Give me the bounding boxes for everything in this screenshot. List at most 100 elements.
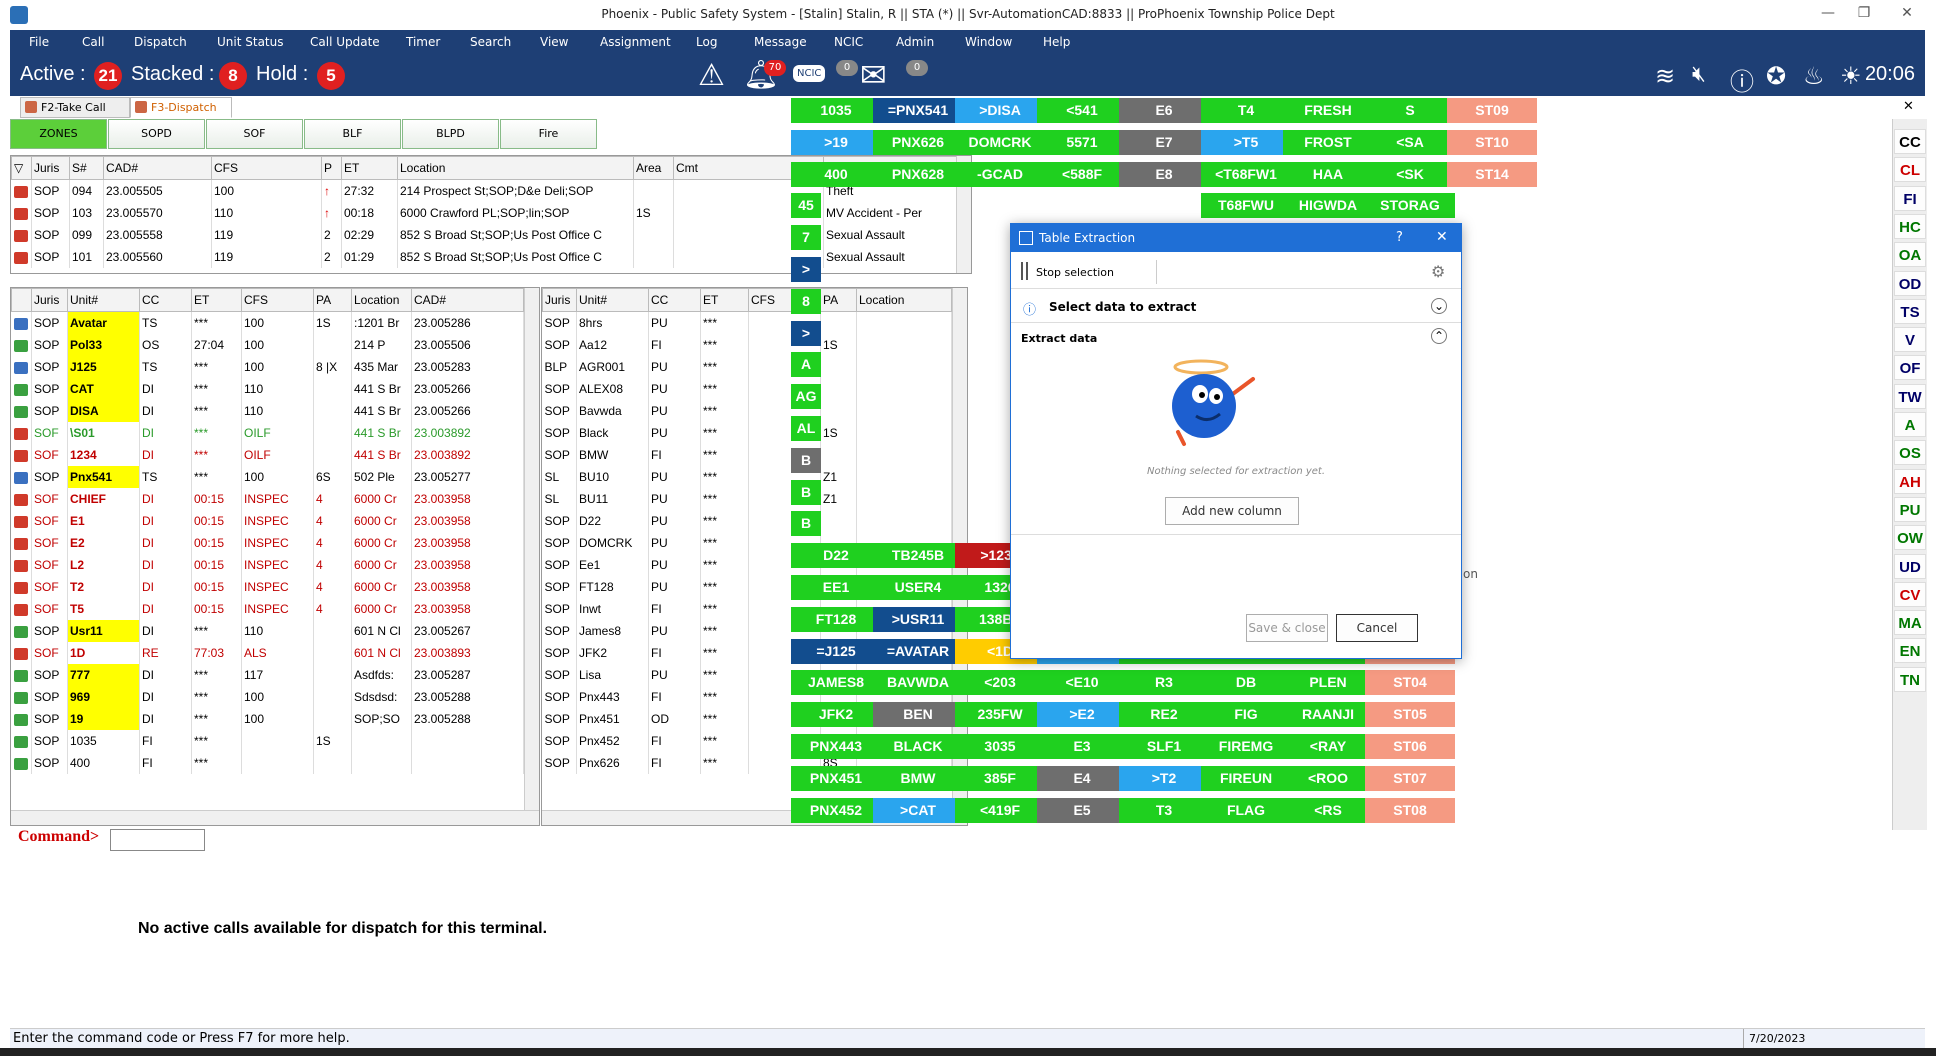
table-row[interactable]: SOP 19 DI *** 100 SOP;SO 23.005288 (11, 708, 524, 730)
table-row[interactable]: SOP Avatar TS *** 100 1S:1201 Br 23.005286 (11, 311, 524, 334)
status-code-of[interactable]: OF (1894, 355, 1926, 381)
status-code-od[interactable]: OD (1894, 270, 1926, 296)
unit-button[interactable]: FIREMG (1201, 734, 1291, 759)
units_left-header-cc[interactable]: CC (139, 288, 192, 312)
save-close-button[interactable]: Save & close (1246, 614, 1328, 642)
units_left-header-pa[interactable]: PA (313, 288, 352, 312)
table-row[interactable]: SOP 400 FI *** (11, 752, 524, 774)
unit-button[interactable]: BLACK (873, 734, 963, 759)
status-code-cc[interactable]: CC (1894, 129, 1926, 154)
calls-header-cfs[interactable]: CFS (211, 156, 322, 180)
unit-button[interactable]: D22 (791, 543, 881, 569)
unit-button[interactable]: ST09 (1447, 98, 1537, 123)
hold-count-badge[interactable]: 5 (317, 62, 345, 90)
unit-button[interactable]: STORAG (1365, 193, 1455, 219)
status-code-cl[interactable]: CL (1894, 157, 1926, 183)
status-code-a[interactable]: A (1894, 412, 1926, 437)
calls-header-juris[interactable]: Juris (31, 156, 70, 180)
calls-header-area[interactable]: Area (633, 156, 674, 180)
stacked-count-badge[interactable]: 8 (219, 62, 247, 90)
calls-header-location[interactable]: Location (397, 156, 634, 180)
calls-header-p[interactable]: P (321, 156, 342, 180)
table-row[interactable]: SL BU11 PU *** Z1 (542, 488, 952, 510)
table-row[interactable]: SOP Pol33 OS 27:04 100 214 P 23.005506 (11, 334, 524, 356)
settings-gear-icon[interactable]: ⚙ (1431, 262, 1445, 281)
unit-button[interactable]: <RAY (1283, 734, 1373, 759)
add-new-column-button[interactable]: Add new column (1165, 497, 1299, 525)
zone-button-zones[interactable]: ZONES (10, 119, 107, 149)
table-row[interactable]: SOF L2 DI 00:15 INSPEC 4 6000 Cr 23.003958 (11, 554, 524, 576)
unit-button[interactable]: PNX452 (791, 797, 881, 823)
unit-button[interactable]: E5 (1037, 797, 1127, 823)
unit-button[interactable]: BMW (873, 765, 963, 791)
unit-button[interactable]: PNX451 (791, 765, 881, 791)
table-row[interactable]: SOP Bavwda PU *** (542, 400, 952, 422)
unit-button[interactable]: BEN (873, 702, 963, 728)
unit-button[interactable]: =J125 (791, 638, 881, 664)
unit-button[interactable]: >DISA (955, 98, 1045, 123)
unit-button[interactable]: USER4 (873, 575, 963, 600)
unit-button[interactable]: <541 (1037, 98, 1127, 123)
unit-button[interactable]: =PNX541 (873, 98, 963, 123)
units_left-header-cfs[interactable]: CFS (241, 288, 314, 312)
unit-button[interactable]: <SA (1365, 129, 1455, 155)
menu-timer[interactable]: Timer (406, 35, 440, 49)
unit-button[interactable]: 1035 (791, 98, 881, 123)
table-row[interactable]: SOF 1234 DI *** OILF 441 S Br 23.003892 (11, 444, 524, 466)
unit-button[interactable]: 5571 (1037, 129, 1127, 155)
unit-button[interactable]: ST10 (1447, 129, 1537, 155)
unit-button[interactable]: B (791, 511, 821, 537)
status-code-ud[interactable]: UD (1894, 553, 1926, 579)
menu-search[interactable]: Search (470, 35, 511, 49)
cancel-button[interactable]: Cancel (1336, 614, 1418, 642)
unit-button[interactable]: 7 (791, 225, 821, 251)
unit-button[interactable]: <RS (1283, 797, 1373, 823)
unit-button[interactable]: DB (1201, 670, 1291, 696)
unit-button[interactable]: >USR11 (873, 606, 963, 632)
unit-button[interactable]: B (791, 479, 821, 505)
unit-button[interactable]: EE1 (791, 575, 881, 600)
calls-header-s-[interactable]: S# (69, 156, 104, 180)
table-row[interactable]: SOP Aa12 FI *** 1S (542, 334, 952, 356)
menu-message[interactable]: Message (754, 35, 807, 49)
ncic-icon[interactable]: NCIC (793, 65, 826, 82)
unit-button[interactable]: <203 (955, 670, 1045, 696)
unit-button[interactable]: 235FW (955, 702, 1045, 728)
info-icon[interactable]: ⓘ (1730, 62, 1754, 97)
status-code-os[interactable]: OS (1894, 440, 1926, 466)
badge-icon[interactable]: ✪ (1766, 62, 1786, 90)
maximize-button[interactable]: ❐ (1849, 5, 1879, 25)
table-row[interactable]: SOF E2 DI 00:15 INSPEC 4 6000 Cr 23.003958 (11, 532, 524, 554)
table-row[interactable]: SOF 1D RE 77:03 ALS 601 N Cl 23.003893 (11, 642, 524, 664)
unit-button[interactable]: ST05 (1365, 702, 1455, 728)
menu-help[interactable]: Help (1043, 35, 1070, 49)
unit-button[interactable]: BAVWDA (873, 670, 963, 696)
table-row[interactable]: SOP 8hrs PU *** (542, 311, 952, 334)
unit-button[interactable]: ST07 (1365, 765, 1455, 791)
status-code-ah[interactable]: AH (1894, 468, 1926, 494)
unit-button[interactable]: T68FWU (1201, 193, 1291, 219)
menu-log[interactable]: Log (696, 35, 717, 49)
units_right-header-location[interactable]: Location (856, 288, 952, 312)
unit-button[interactable]: <ROO (1283, 765, 1373, 791)
status-code-v[interactable]: V (1894, 327, 1926, 353)
unit-button[interactable]: <E10 (1037, 670, 1127, 696)
unit-button[interactable]: JAMES8 (791, 670, 881, 696)
unit-button[interactable]: PNX626 (873, 129, 963, 155)
unit-button[interactable]: R3 (1119, 670, 1209, 696)
menu-ncic[interactable]: NCIC (834, 35, 863, 49)
close-tab-icon[interactable]: ✕ (1903, 99, 1923, 114)
unit-button[interactable]: >19 (791, 129, 881, 155)
units_right-header-unit-[interactable]: Unit# (576, 288, 649, 312)
unit-button[interactable]: TB245B (873, 543, 963, 569)
status-code-pu[interactable]: PU (1894, 496, 1926, 522)
table-row[interactable]: BLP AGR001 PU *** (542, 356, 952, 378)
menu-unit-status[interactable]: Unit Status (217, 35, 283, 49)
calls-header-et[interactable]: ET (341, 156, 398, 180)
units_left-header-juris[interactable]: Juris (31, 288, 68, 312)
chevron-up-icon[interactable]: ⌃ (1431, 328, 1447, 344)
command-input[interactable] (110, 829, 205, 851)
unit-button[interactable]: >T5 (1201, 129, 1291, 155)
table-row[interactable]: SOP 1035 FI *** 1S (11, 730, 524, 752)
units-left-scrollbar[interactable] (524, 288, 539, 825)
